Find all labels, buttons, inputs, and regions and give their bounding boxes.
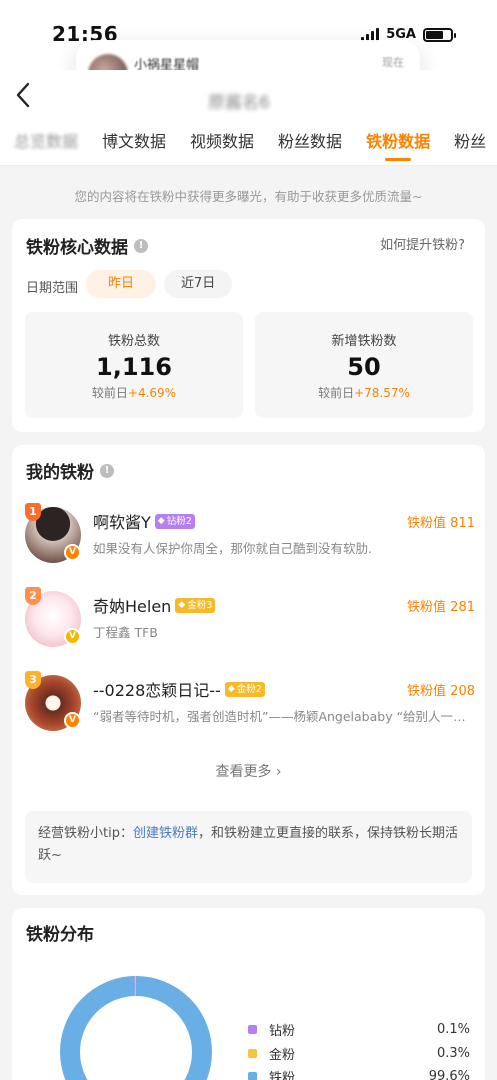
diamond-icon: ◆ bbox=[157, 515, 165, 526]
tab-fans-more[interactable]: 粉丝 bbox=[442, 122, 497, 165]
verified-icon: V bbox=[64, 544, 81, 561]
page-title: 原酱名6 bbox=[208, 93, 270, 113]
fan-value: 铁粉值 281 bbox=[407, 600, 475, 615]
legend-swatch bbox=[248, 1049, 257, 1058]
gold-icon: ◆ bbox=[227, 683, 235, 694]
fan-value: 铁粉值 811 bbox=[407, 516, 475, 531]
tier-badge: ◆ 金粉3 bbox=[175, 597, 216, 613]
verified-icon: V bbox=[64, 712, 81, 729]
tab-video-data[interactable]: 视频数据 bbox=[178, 122, 266, 165]
see-more-button[interactable]: 查看更多 › bbox=[12, 761, 485, 781]
fan-value: 铁粉值 208 bbox=[407, 684, 475, 699]
date-chip-yesterday[interactable]: 昨日 bbox=[86, 270, 157, 298]
chevron-right-icon: › bbox=[275, 764, 282, 780]
tab-post-data[interactable]: 博文数据 bbox=[90, 122, 178, 165]
distribution-card: 铁粉分布 钻粉 0.1% 金粉 0.3% 铁粉 99.6% bbox=[12, 908, 485, 1080]
tier-badge: ◆ 金粉2 bbox=[224, 681, 265, 697]
tab-iron-fan-data[interactable]: 铁粉数据 bbox=[354, 122, 442, 165]
core-data-card: 铁粉核心数据! 如何提升铁粉? 日期范围 昨日 近7日 铁粉总数 1,116 较… bbox=[12, 219, 485, 432]
legend-label: 铁粉 bbox=[269, 1071, 296, 1080]
legend-row-gold: 金粉 0.3% bbox=[248, 1044, 470, 1063]
verified-icon: V bbox=[64, 628, 81, 645]
chevron-left-icon bbox=[16, 82, 30, 108]
fan-bio: 丁程鑫 TFB bbox=[93, 625, 158, 640]
tip-box: 经营铁粉小tip：创建铁粉群，和铁粉建立更直接的联系，保持铁粉长期活跃~ bbox=[25, 811, 472, 883]
notification-time: 现在 bbox=[382, 56, 404, 69]
how-to-improve-link[interactable]: 如何提升铁粉? bbox=[380, 234, 465, 253]
create-fan-group-link[interactable]: 创建铁粉群 bbox=[133, 826, 198, 841]
rank-badge: 1 bbox=[25, 503, 41, 521]
tier-badge: ◆ 钻粉2 bbox=[154, 513, 195, 529]
my-fans-title: 我的铁粉! bbox=[26, 458, 114, 483]
distribution-title: 铁粉分布 bbox=[26, 925, 94, 945]
fan-row[interactable]: 3 V --0228恋颖日记-- ◆ 金粉2 铁粉值 208 “弱者等待时机，强者… bbox=[25, 671, 475, 737]
stat-label: 铁粉总数 bbox=[107, 334, 160, 349]
fan-row[interactable]: 2 V 奇妠Helen ◆ 金粉3 铁粉值 281 丁程鑫 TFB bbox=[25, 587, 475, 653]
page-hint: 您的内容将在铁粉中获得更多曝光，有助于收获更多优质流量~ bbox=[74, 189, 423, 204]
stat-label: 新增铁粉数 bbox=[331, 334, 397, 349]
stat-value: 50 bbox=[347, 353, 381, 381]
tab-bar: 总览数据 博文数据 视频数据 粉丝数据 铁粉数据 粉丝 bbox=[0, 122, 497, 166]
gold-icon: ◆ bbox=[178, 599, 186, 610]
my-fans-card: 我的铁粉! 1 V 啊软酱Y ◆ 钻粉2 铁粉值 811 如果没有人保护你周全，那… bbox=[12, 445, 485, 895]
back-button[interactable] bbox=[8, 80, 38, 110]
rank-badge: 2 bbox=[25, 587, 41, 605]
legend-swatch bbox=[248, 1072, 257, 1080]
tab-fan-data[interactable]: 粉丝数据 bbox=[266, 122, 354, 165]
fan-row[interactable]: 1 V 啊软酱Y ◆ 钻粉2 铁粉值 811 如果没有人保护你周全，那你就自己酷到… bbox=[25, 503, 475, 569]
nav-header: 原酱名6 bbox=[0, 70, 497, 122]
fan-name: --0228恋颖日记-- ◆ 金粉2 bbox=[93, 677, 265, 701]
stat-value: 1,116 bbox=[96, 353, 172, 381]
fan-name: 奇妠Helen ◆ 金粉3 bbox=[93, 593, 216, 617]
legend-pct: 99.6% bbox=[428, 1069, 470, 1080]
info-icon[interactable]: ! bbox=[134, 238, 148, 253]
date-range-label: 日期范围 bbox=[26, 281, 79, 296]
legend-pct: 0.1% bbox=[436, 1022, 470, 1037]
stat-compare: 较前日+4.69% bbox=[91, 386, 177, 400]
core-data-title: 铁粉核心数据! bbox=[26, 233, 148, 258]
legend-row-iron: 铁粉 99.6% bbox=[248, 1067, 470, 1080]
stat-new-fans: 新增铁粉数 50 较前日+78.57% bbox=[255, 312, 473, 418]
tab-overview[interactable]: 总览数据 bbox=[0, 122, 90, 165]
fan-bio: “弱者等待时机，强者创造时机”——杨颖Angelababy “给别人一个笑容，给… bbox=[93, 709, 473, 724]
legend-row-diamond: 钻粉 0.1% bbox=[248, 1020, 470, 1039]
stat-compare: 较前日+78.57% bbox=[318, 386, 410, 400]
donut-slice-0 bbox=[60, 976, 212, 1080]
legend-pct: 0.3% bbox=[436, 1046, 470, 1061]
legend-label: 钻粉 bbox=[269, 1024, 296, 1039]
date-chip-7days[interactable]: 近7日 bbox=[164, 270, 233, 298]
fan-name: 啊软酱Y ◆ 钻粉2 bbox=[93, 509, 195, 533]
rank-badge: 3 bbox=[25, 671, 41, 689]
battery-icon bbox=[423, 27, 456, 42]
info-icon[interactable]: ! bbox=[100, 463, 114, 478]
fan-bio: 如果没有人保护你周全，那你就自己酷到没有软肋. bbox=[93, 541, 372, 556]
distribution-donut-chart bbox=[60, 976, 212, 1080]
legend-label: 金粉 bbox=[269, 1048, 296, 1063]
legend-swatch bbox=[248, 1025, 257, 1034]
stat-total-fans: 铁粉总数 1,116 较前日+4.69% bbox=[25, 312, 243, 418]
